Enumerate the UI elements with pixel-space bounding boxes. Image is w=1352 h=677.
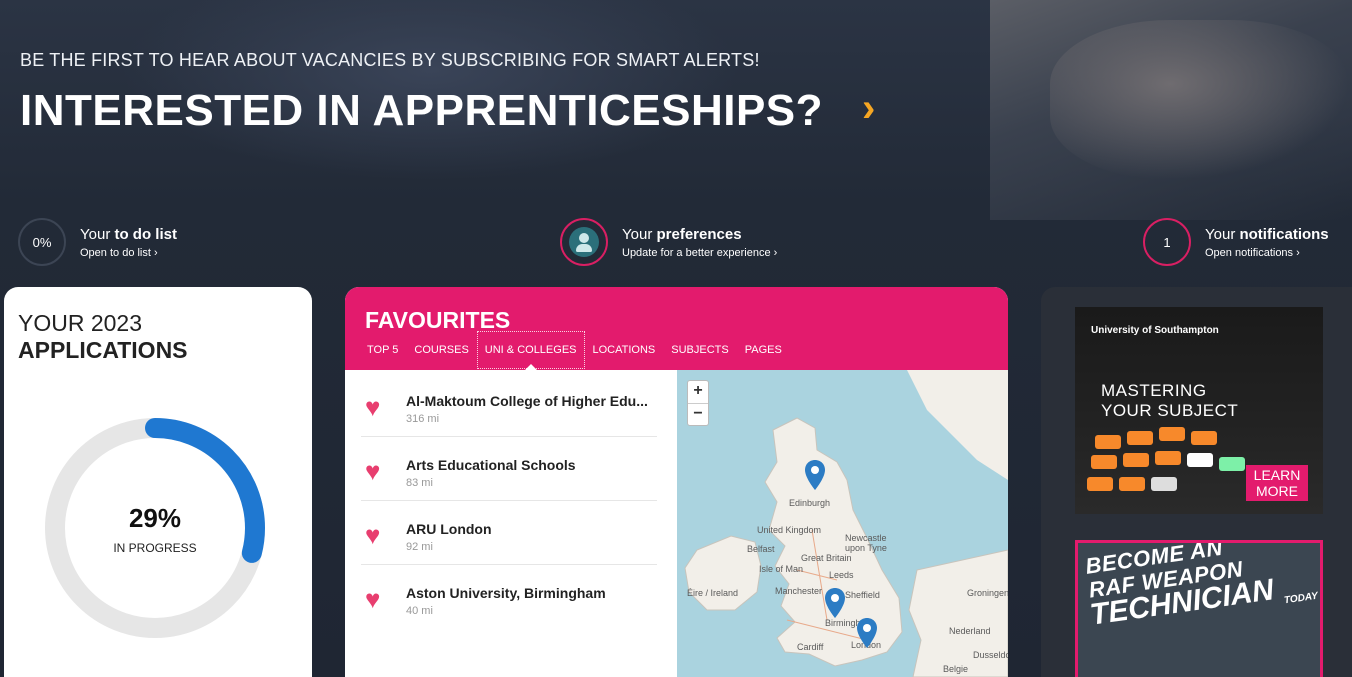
notifications-prefix: Your [1205,225,1240,243]
todo-progress-circle: 0% [18,218,66,266]
map-pin-icon[interactable] [857,618,877,648]
heart-icon[interactable]: ♥ [365,586,391,612]
list-item[interactable]: ♥ Al-Maktoum College of Higher Edu... 31… [361,373,657,437]
favourites-card: FAVOURITES TOP 5 COURSES UNI & COLLEGES … [345,287,1008,677]
tab-pages[interactable]: PAGES [737,331,790,369]
tab-top-5[interactable]: TOP 5 [359,331,406,369]
launchpad-key [1187,453,1213,467]
list-item-distance: 83 mi [406,477,433,489]
favourites-map[interactable]: + − Edinburgh United Kingdom Newcastle u… [677,370,1008,677]
map-label: Sheffield [845,590,880,600]
preferences-link[interactable]: Update for a better experience › [622,247,777,259]
learn-more-button[interactable]: LEARN MORE [1246,465,1308,501]
tab-uni-colleges[interactable]: UNI & COLLEGES [476,331,585,370]
map-pin-icon[interactable] [805,460,825,490]
todo-bold: to do list [114,225,177,243]
person-icon [569,227,599,257]
todo-heading: Your to do list [80,226,177,243]
map-label: Belfast [747,544,775,554]
launchpad-key [1123,453,1149,467]
favourites-tabs: TOP 5 COURSES UNI & COLLEGES LOCATIONS S… [359,331,790,370]
notifications-count: 1 [1143,218,1191,266]
list-item-name: ARU London [406,521,492,537]
favourites-title: FAVOURITES [365,307,511,333]
todo-prefix: Your [80,225,115,243]
raf-ad[interactable]: BECOME AN RAF WEAPON TECHNICIAN TODAY [1075,540,1323,677]
preferences-stat[interactable]: Your preferences Update for a better exp… [560,218,777,266]
chevron-right-icon[interactable]: › [862,86,875,131]
notifications-heading: Your notifications [1205,226,1329,243]
todo-link[interactable]: Open to do list › [80,247,177,259]
map-label: Manchester [775,586,823,596]
applications-card[interactable]: YOUR 2023 APPLICATIONS 29% IN PROGRESS [4,287,312,677]
launchpad-key [1155,451,1181,465]
launchpad-key [1219,457,1245,471]
ad-headline-line: YOUR SUBJECT [1101,401,1239,420]
map-label: Leeds [829,570,854,580]
tab-locations[interactable]: LOCATIONS [585,331,664,369]
ad-headline: MASTERING YOUR SUBJECT [1101,381,1238,421]
map-label: Groningen [967,588,1008,598]
map-label: Nederland [949,626,991,636]
applications-status: IN PROGRESS [113,541,197,555]
hero-photo-shape [1050,20,1350,180]
list-item[interactable]: ♥ ARU London 92 mi [361,501,657,565]
map-label: United Kingdom [757,525,822,535]
map-label: Edinburgh [789,498,831,508]
applications-year: YOUR 2023 [18,310,143,336]
favourites-list: ♥ Al-Maktoum College of Higher Edu... 31… [345,370,677,677]
map-label: Belgie [943,664,969,674]
tab-courses[interactable]: COURSES [406,331,476,369]
zoom-in-icon[interactable]: + [688,381,708,403]
hero-subtitle: BE THE FIRST TO HEAR ABOUT VACANCIES BY … [20,50,760,70]
southampton-logo: University of Southampton [1091,325,1219,336]
map-label: Éire / Ireland [687,588,739,598]
heart-icon[interactable]: ♥ [365,522,391,548]
launchpad-key [1127,431,1153,445]
heart-icon[interactable]: ♥ [365,458,391,484]
list-item-name: Al-Maktoum College of Higher Edu... [406,393,648,409]
list-item-distance: 316 mi [406,413,440,425]
map-label: Newcastle upon Tyne [845,533,887,553]
hero-title-link[interactable]: INTERESTED IN APPRENTICESHIPS? [20,86,823,136]
map-label: Cardiff [797,642,824,652]
launchpad-key [1159,427,1185,441]
ad-headline-line: MASTERING [1101,381,1207,400]
notifications-stat[interactable]: 1 Your notifications Open notifications … [1143,218,1329,266]
zoom-out-icon[interactable]: − [688,403,708,425]
map-zoom-control: + − [687,380,709,426]
launchpad-key [1119,477,1145,491]
preferences-heading: Your preferences [622,226,777,243]
launchpad-key [1091,455,1117,469]
list-item-distance: 40 mi [406,605,433,617]
learn-more-line: MORE [1256,483,1298,499]
southampton-ad[interactable]: University of Southampton MASTERING YOUR… [1075,307,1323,514]
notifications-link[interactable]: Open notifications › [1205,247,1329,259]
applications-title: APPLICATIONS [18,337,188,363]
learn-more-line: LEARN [1253,467,1301,483]
list-item[interactable]: ♥ Aston University, Birmingham 40 mi [361,565,657,629]
list-item-name: Aston University, Birmingham [406,585,606,601]
preferences-bold: preferences [656,225,742,243]
launchpad-key [1095,435,1121,449]
heart-icon[interactable]: ♥ [365,394,391,420]
map-label: Dusseldorf [973,650,1008,660]
map-label: Great Britain [801,553,852,563]
map-pin-icon[interactable] [825,588,845,618]
launchpad-key [1151,477,1177,491]
list-item[interactable]: ♥ Arts Educational Schools 83 mi [361,437,657,501]
raf-today: TODAY [1283,590,1319,607]
applications-percent: 29% [128,503,182,533]
preferences-circle [560,218,608,266]
launchpad-key [1087,477,1113,491]
favourites-header: FAVOURITES TOP 5 COURSES UNI & COLLEGES … [345,287,1008,370]
notifications-bold: notifications [1239,225,1329,243]
list-item-name: Arts Educational Schools [406,457,576,473]
launchpad-key [1191,431,1217,445]
tab-subjects[interactable]: SUBJECTS [663,331,736,369]
map-label: Isle of Man [759,564,804,574]
todo-stat[interactable]: 0% Your to do list Open to do list › [18,218,177,266]
list-item-distance: 92 mi [406,541,433,553]
preferences-prefix: Your [622,225,657,243]
